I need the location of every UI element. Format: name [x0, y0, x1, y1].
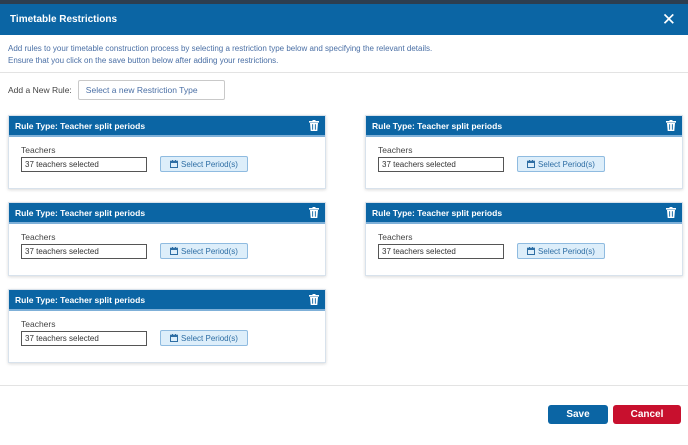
rule-card: Rule Type: Teacher split periods Teacher… — [365, 202, 683, 276]
select-periods-button[interactable]: Select Period(s) — [160, 330, 248, 346]
rule-card-title: Rule Type: Teacher split periods — [372, 207, 503, 218]
teachers-field[interactable]: 37 teachers selected — [21, 244, 147, 259]
footer-divider — [0, 385, 688, 386]
trash-icon[interactable] — [666, 120, 676, 131]
close-icon[interactable]: ✕ — [662, 11, 676, 28]
save-button[interactable]: Save — [548, 405, 608, 424]
teachers-label: Teachers — [378, 232, 413, 242]
restriction-type-select[interactable]: Select a new Restriction Type — [77, 80, 225, 100]
calendar-icon — [170, 160, 179, 168]
teachers-label: Teachers — [21, 319, 56, 329]
calendar-icon — [170, 247, 179, 255]
rule-card: Rule Type: Teacher split periods Teacher… — [8, 202, 326, 276]
rule-card-title: Rule Type: Teacher split periods — [15, 120, 146, 131]
rule-card-header: Rule Type: Teacher split periods — [9, 290, 325, 311]
add-rule-row: Add a New Rule: Select a new Restriction… — [8, 80, 225, 100]
calendar-icon — [527, 247, 536, 255]
select-periods-button[interactable]: Select Period(s) — [160, 243, 248, 259]
teachers-field[interactable]: 37 teachers selected — [21, 331, 147, 346]
intro-line-2: Ensure that you click on the save button… — [8, 55, 279, 65]
rule-card-header: Rule Type: Teacher split periods — [9, 116, 325, 137]
rule-card-header: Rule Type: Teacher split periods — [366, 116, 682, 137]
trash-icon[interactable] — [309, 294, 319, 305]
modal-header: Timetable Restrictions ✕ — [0, 4, 688, 35]
rule-card-title: Rule Type: Teacher split periods — [15, 207, 146, 218]
calendar-icon — [527, 160, 536, 168]
select-periods-button[interactable]: Select Period(s) — [517, 243, 605, 259]
calendar-icon — [170, 334, 179, 342]
divider — [0, 72, 688, 73]
teachers-label: Teachers — [378, 145, 413, 155]
modal-title: Timetable Restrictions — [10, 14, 118, 25]
rule-card: Rule Type: Teacher split periods Teacher… — [365, 115, 683, 189]
trash-icon[interactable] — [309, 207, 319, 218]
teachers-field[interactable]: 37 teachers selected — [21, 157, 147, 172]
rule-card: Rule Type: Teacher split periods Teacher… — [8, 289, 326, 363]
select-periods-label: Select Period(s) — [538, 246, 595, 256]
intro-text: Add rules to your timetable construction… — [8, 43, 432, 66]
rule-card-header: Rule Type: Teacher split periods — [9, 203, 325, 224]
select-periods-label: Select Period(s) — [181, 333, 238, 343]
teachers-label: Teachers — [21, 232, 56, 242]
rule-card-title: Rule Type: Teacher split periods — [15, 294, 146, 305]
select-periods-label: Select Period(s) — [181, 159, 238, 169]
trash-icon[interactable] — [666, 207, 676, 218]
rule-card-title: Rule Type: Teacher split periods — [372, 120, 503, 131]
teachers-label: Teachers — [21, 145, 56, 155]
cancel-button[interactable]: Cancel — [613, 405, 681, 424]
intro-line-1: Add rules to your timetable construction… — [8, 44, 433, 53]
add-rule-label: Add a New Rule: — [8, 85, 72, 95]
select-periods-button[interactable]: Select Period(s) — [160, 156, 248, 172]
rule-card: Rule Type: Teacher split periods Teacher… — [8, 115, 326, 189]
teachers-field[interactable]: 37 teachers selected — [378, 157, 504, 172]
select-periods-button[interactable]: Select Period(s) — [517, 156, 605, 172]
rule-card-header: Rule Type: Teacher split periods — [366, 203, 682, 224]
teachers-field[interactable]: 37 teachers selected — [378, 244, 504, 259]
select-periods-label: Select Period(s) — [181, 246, 238, 256]
trash-icon[interactable] — [309, 120, 319, 131]
select-periods-label: Select Period(s) — [538, 159, 595, 169]
